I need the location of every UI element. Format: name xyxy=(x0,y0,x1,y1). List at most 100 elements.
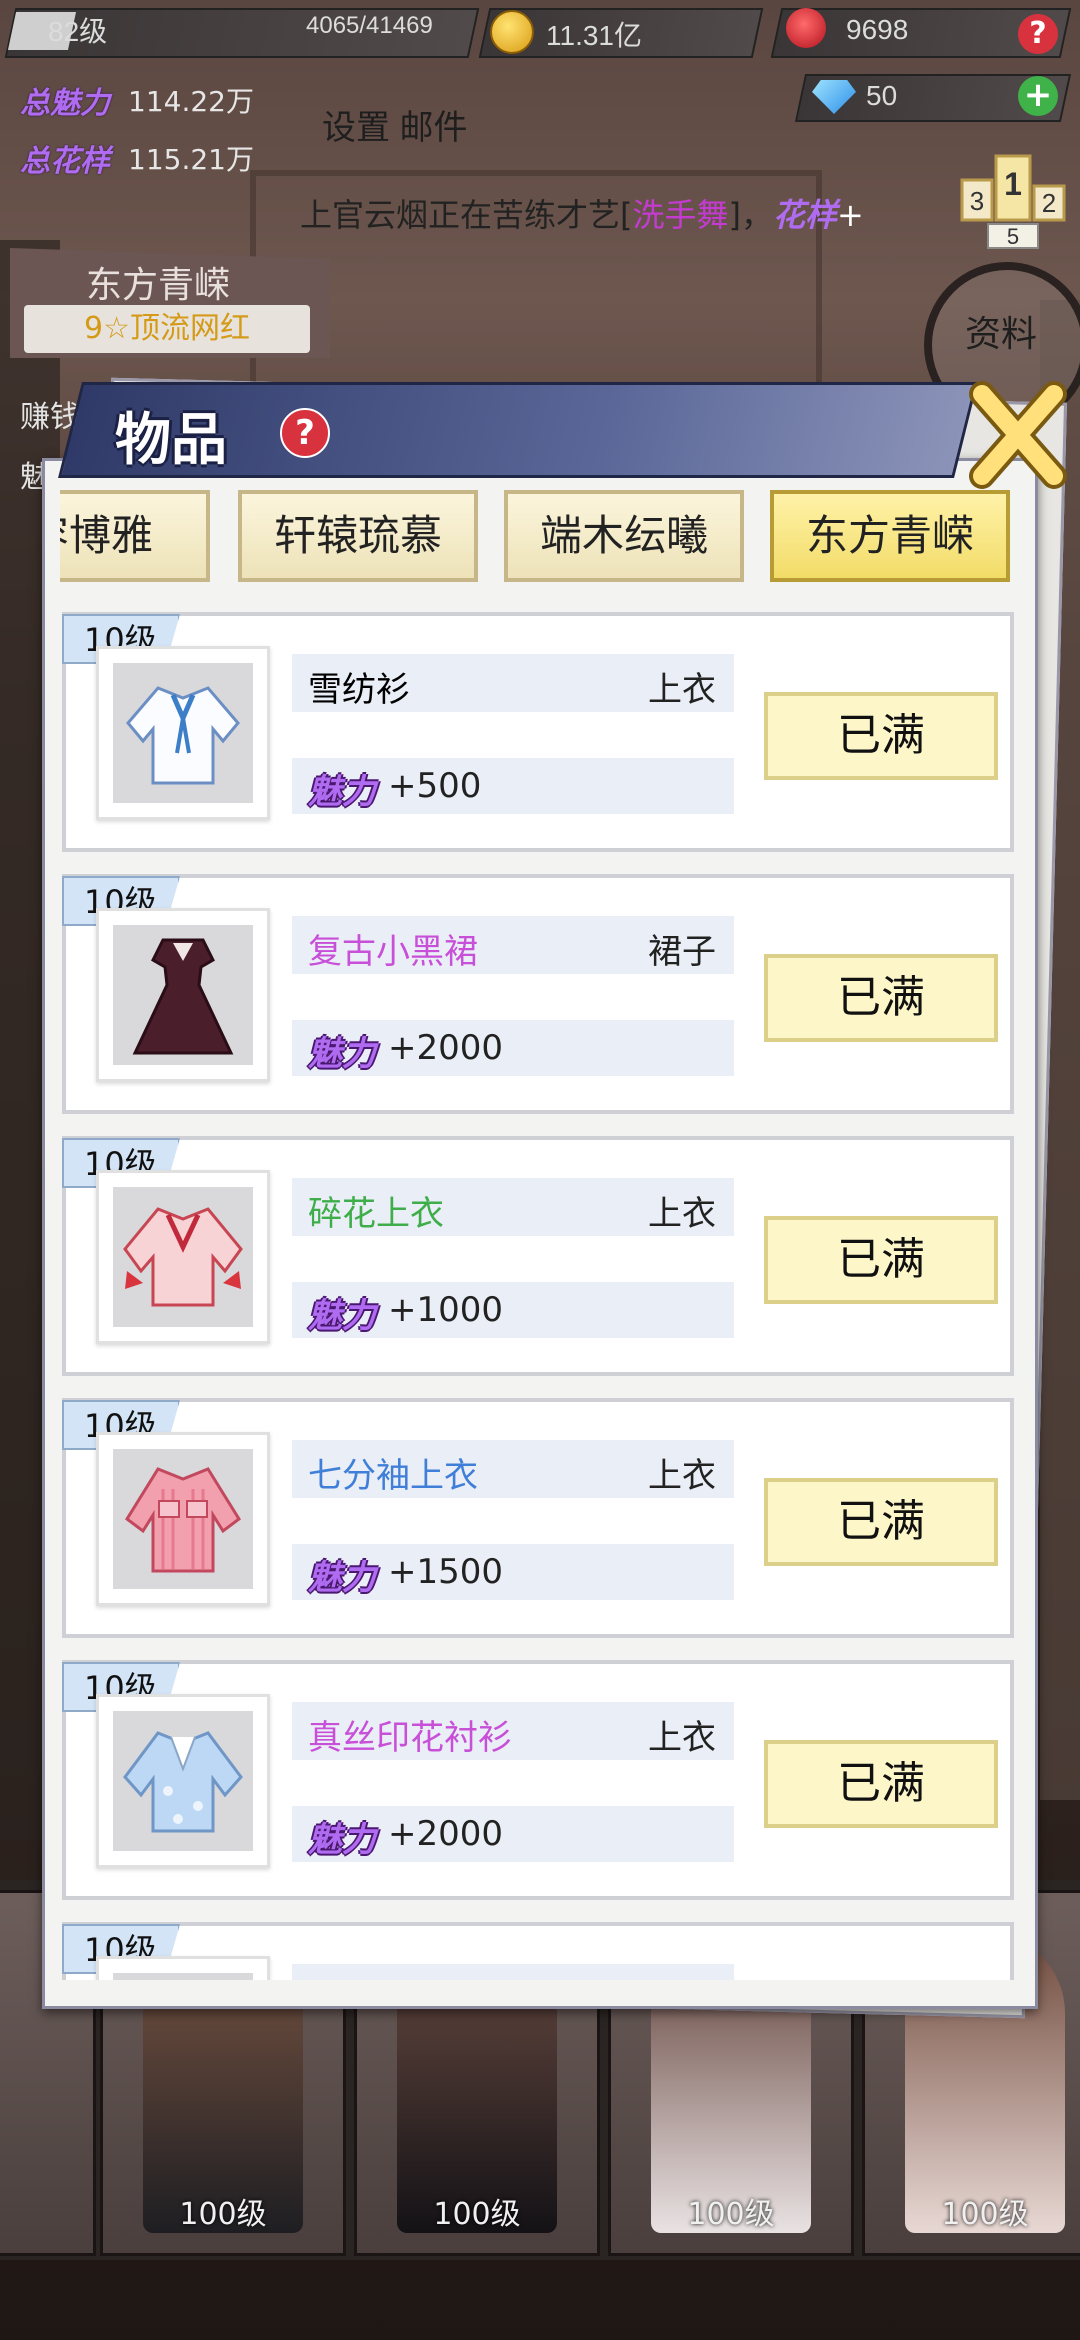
three-quarter-sleeve-top-icon xyxy=(125,1467,241,1573)
item-type: 上衣 xyxy=(648,1456,716,1496)
item-type: 上衣 xyxy=(648,1194,716,1234)
character-name: 东方青嵘 xyxy=(86,265,231,306)
character-rank-badge: 9☆顶流网红 xyxy=(24,305,310,353)
item-type: 裙子 xyxy=(648,932,716,972)
charm-label: 魅力 xyxy=(308,772,376,812)
podium-second: 2 xyxy=(1042,188,1056,218)
podium-value: 5 xyxy=(1007,224,1019,249)
total-charm-value: 114.22万 xyxy=(128,85,254,118)
list-item: 10级 碎花上衣 上衣 魅力 +1000 已满 xyxy=(62,1136,1014,1376)
charm-label: 魅力 xyxy=(308,1034,376,1074)
character-card-level: 100级 xyxy=(941,2197,1029,2232)
ticker-skill: 洗手舞 xyxy=(632,196,729,234)
item-name-row: 复古小黑裙 裙子 xyxy=(292,916,734,974)
charm-value: +500 xyxy=(388,766,482,806)
item-type: 上衣 xyxy=(648,670,716,710)
item-thumbnail[interactable] xyxy=(96,1694,270,1868)
upgrade-full-button[interactable]: 已满 xyxy=(764,1216,998,1304)
list-item: 10级 真丝印花衬衫 上衣 魅力 +2000 已满 xyxy=(62,1660,1014,1900)
total-pattern-value: 115.21万 xyxy=(128,143,254,176)
character-tabs: 容博雅 轩辕琉慕 端木纭曦 东方青嵘 xyxy=(60,490,1020,590)
item-thumbnail[interactable] xyxy=(96,1170,270,1344)
total-pattern-label: 总花样 xyxy=(20,144,110,179)
character-card-level: 100级 xyxy=(179,2197,267,2232)
black-dress-icon xyxy=(132,938,234,1055)
charm-label: 魅力 xyxy=(308,1296,376,1336)
item-name-row: 雪纺衫 上衣 xyxy=(292,654,734,712)
upgrade-full-button[interactable]: 已满 xyxy=(764,1478,998,1566)
item-stat-row: 魅力 +2000 xyxy=(292,1806,734,1862)
list-item: 10级 雪纺衫 上衣 魅力 +500 已满 xyxy=(62,612,1014,852)
dialog-help-icon[interactable]: ? xyxy=(280,408,330,458)
item-thumbnail[interactable] xyxy=(96,1432,270,1606)
item-stat-row: 魅力 +2000 xyxy=(292,1020,734,1076)
item-image xyxy=(113,1973,253,1980)
item-stat-row: 魅力 +500 xyxy=(292,758,734,814)
silk-print-shirt-icon xyxy=(123,1731,243,1833)
charm-label: 魅力 xyxy=(308,1820,376,1860)
item-name: 雪纺衫 xyxy=(308,670,410,710)
tab-character[interactable]: 轩辕琉慕 xyxy=(238,490,478,582)
character-card-level: 100级 xyxy=(687,2197,775,2232)
item-thumbnail[interactable] xyxy=(96,646,270,820)
upgrade-full-button[interactable]: 已满 xyxy=(764,954,998,1042)
upgrade-full-button[interactable]: 已满 xyxy=(764,1740,998,1828)
tab-character[interactable]: 容博雅 xyxy=(60,490,210,582)
floral-top-icon xyxy=(123,1207,243,1307)
ticker-prefix: 上官云烟正在苦练才艺[ xyxy=(300,196,633,234)
diamond-value: 50 xyxy=(866,80,898,111)
settings-mail-label[interactable]: 设置 邮件 xyxy=(322,100,467,149)
item-type: 上衣 xyxy=(648,1718,716,1758)
item-image xyxy=(113,663,253,803)
gold-value: 11.31亿 xyxy=(546,20,642,51)
charm-value: +1000 xyxy=(388,1290,504,1330)
profile-button-label[interactable]: 资料 xyxy=(965,305,1037,357)
item-name-row: 七分袖上衣 上衣 xyxy=(292,1440,734,1498)
rose-value: 9698 xyxy=(846,14,909,45)
rose-icon xyxy=(786,8,826,48)
charm-value: +1500 xyxy=(388,1552,504,1592)
list-item: 10级 七分袖上衣 上衣 魅力 +1500 已满 xyxy=(62,1398,1014,1638)
item-thumbnail[interactable] xyxy=(96,1956,270,1980)
podium-first: 1 xyxy=(1004,166,1022,202)
list-item: 10级 复古小黑裙 裙子 魅力 +2000 已满 xyxy=(62,874,1014,1114)
item-name: 碎花上衣 xyxy=(308,1194,444,1234)
chiffon-shirt-icon xyxy=(126,686,240,785)
tab-character-active[interactable]: 东方青嵘 xyxy=(770,490,1010,582)
item-name: 七分袖上衣 xyxy=(308,1456,478,1496)
item-image xyxy=(113,1711,253,1851)
item-name-row xyxy=(292,1964,734,1980)
add-diamond-button[interactable]: + xyxy=(1018,76,1058,116)
item-list[interactable]: 10级 雪纺衫 上衣 魅力 +500 已满 10级 复古小黑裙 裙子 魅力 +2… xyxy=(62,610,1022,1980)
item-thumbnail[interactable] xyxy=(96,908,270,1082)
charm-value: +2000 xyxy=(388,1028,504,1068)
activity-ticker: 上官云烟正在苦练才艺[洗手舞]，花样+ xyxy=(300,190,864,236)
item-name-row: 真丝印花衬衫 上衣 xyxy=(292,1702,734,1760)
upgrade-full-button[interactable]: 已满 xyxy=(764,692,998,780)
item-stat-row: 魅力 +1000 xyxy=(292,1282,734,1338)
ticker-tail: + xyxy=(837,196,864,234)
ticker-tag: 花样 xyxy=(773,196,838,234)
tab-character[interactable]: 端木纭曦 xyxy=(504,490,744,582)
item-name: 真丝印花衬衫 xyxy=(308,1718,512,1758)
podium-third: 3 xyxy=(970,186,984,216)
character-card-level: 100级 xyxy=(433,2197,521,2232)
charm-label: 魅力 xyxy=(308,1558,376,1598)
exp-value: 4065/41469 xyxy=(306,12,433,39)
list-item: 10级 xyxy=(62,1922,1014,1980)
gold-coin-icon xyxy=(490,10,534,54)
ticker-suffix: ]， xyxy=(728,196,774,234)
item-stat-row: 魅力 +1500 xyxy=(292,1544,734,1600)
help-icon[interactable]: ? xyxy=(1018,14,1058,54)
dialog-title: 物品 xyxy=(115,408,227,473)
item-name: 复古小黑裙 xyxy=(308,932,478,972)
item-image xyxy=(113,1187,253,1327)
item-image xyxy=(113,1449,253,1589)
total-charm-label: 总魅力 xyxy=(20,86,110,121)
item-image xyxy=(113,925,253,1065)
close-icon[interactable] xyxy=(968,380,1068,490)
item-name-row: 碎花上衣 上衣 xyxy=(292,1178,734,1236)
player-level: 82级 xyxy=(48,16,108,47)
charm-value: +2000 xyxy=(388,1814,504,1854)
ranking-podium-icon[interactable]: 3 1 2 5 xyxy=(958,140,1070,250)
